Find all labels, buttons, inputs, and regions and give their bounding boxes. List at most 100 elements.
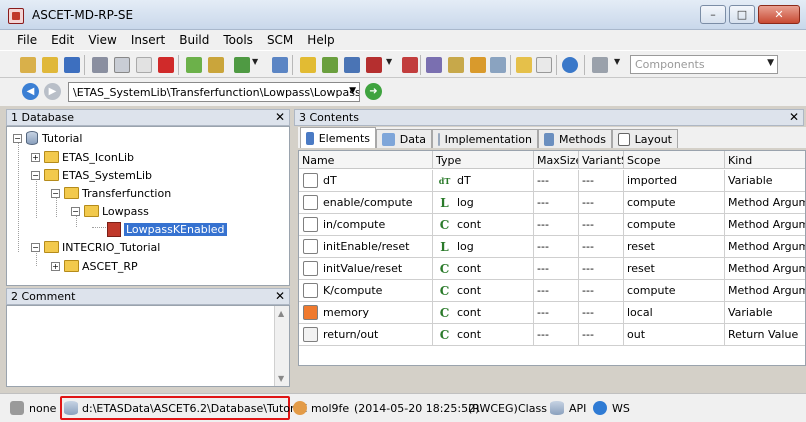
chevron-down-icon-3[interactable]: ▼ [614,57,622,73]
menu-edit[interactable]: Edit [44,33,81,47]
checklist-icon[interactable] [536,57,552,73]
comment-scrollbar[interactable]: ▲ ▼ [274,306,289,386]
import-icon[interactable] [208,57,224,73]
tree-item-label: LowpassKEnabled [124,222,227,236]
comment-panel-title: 2 Comment [11,290,76,303]
tab-elements[interactable]: Elements [300,127,376,148]
menu-scm[interactable]: SCM [260,33,300,47]
expand-icon[interactable]: + [31,152,40,162]
database-panel-close-icon[interactable]: ✕ [275,110,285,124]
package-icon[interactable] [470,57,486,73]
tree-item-etas-systemlib[interactable]: − ETAS_SystemLib [31,166,152,184]
tab-layout[interactable]: Layout [612,129,678,148]
cell-text: log [457,240,474,253]
menu-insert[interactable]: Insert [124,33,172,47]
menu-file[interactable]: File [10,33,44,47]
collapse-icon[interactable]: − [13,133,22,143]
table-row[interactable]: K/compute Ccont --- --- compute Method Argum [299,280,805,302]
paste-icon[interactable] [136,57,152,73]
new-class-icon[interactable] [322,57,338,73]
column-type[interactable]: Type [433,151,534,169]
contents-panel-close-icon[interactable]: ✕ [789,110,799,124]
table-row[interactable]: initValue/reset Ccont --- --- reset Method Ar… [299,258,805,280]
save-icon[interactable] [64,57,80,73]
column-maxsize[interactable]: MaxSize [534,151,579,169]
help-icon[interactable] [562,57,578,73]
library-icon[interactable] [448,57,464,73]
tab-implementation[interactable]: Implementation [432,129,538,148]
forward-button[interactable]: ▶ [44,83,61,100]
tab-methods[interactable]: Methods [538,129,612,148]
go-arrow-icon: ➜ [369,86,378,97]
table-row[interactable]: enable/compute Llog --- --- compute Method Ar… [299,192,805,214]
back-button[interactable]: ◀ [22,83,39,100]
open-folder-icon[interactable] [42,57,58,73]
chevron-down-icon-2[interactable]: ▼ [386,57,394,73]
cut-icon[interactable] [92,57,108,73]
cell-type: Llog [433,192,534,214]
cont-type-icon: C [439,218,450,232]
column-kind[interactable]: Kind [725,151,805,169]
tree-item-lowpasskenabled[interactable]: LowpassKEnabled [107,220,227,238]
minimize-button[interactable]: – [700,5,726,24]
delete-icon[interactable] [158,57,174,73]
menu-tools[interactable]: Tools [216,33,260,47]
browse-icon[interactable] [426,57,442,73]
column-variantsize[interactable]: VariantSi [579,151,624,169]
tree-item-intecrio-tutorial[interactable]: − INTECRIO_Tutorial [31,238,160,256]
cell-text: --- [582,196,594,209]
new-container-icon[interactable] [402,57,418,73]
tree-item-etas-iconlib[interactable]: + ETAS_IconLib [31,148,134,166]
globe-icon [593,401,607,415]
menu-help[interactable]: Help [300,33,341,47]
table-header: Name Type MaxSize VariantSi Scope Kind [299,151,805,169]
maximize-button[interactable]: □ [729,5,755,24]
database-icon[interactable] [20,57,36,73]
menu-build[interactable]: Build [172,33,216,47]
collapse-icon[interactable]: − [51,188,60,198]
link-icon[interactable] [592,57,608,73]
options-icon[interactable] [516,57,532,73]
scroll-up-icon[interactable]: ▲ [278,309,284,318]
menu-view[interactable]: View [81,33,123,47]
new-project-icon[interactable] [366,57,382,73]
expand-icon[interactable]: + [51,261,60,271]
tree-item-transferfunction[interactable]: − Transferfunction [51,184,171,202]
minimize-icon: – [710,8,716,21]
table-row[interactable]: dT dT dT --- --- imported Variable [299,170,805,192]
collapse-icon[interactable]: − [31,242,40,252]
chevron-down-icon[interactable]: ▼ [252,57,260,73]
close-button[interactable]: ✕ [758,5,800,24]
print-icon[interactable] [490,57,506,73]
new-module-icon[interactable] [344,57,360,73]
cell-text: cont [457,328,482,341]
cell-name: in/compute [299,214,433,236]
class-label: Class [518,402,547,415]
column-scope[interactable]: Scope [624,151,725,169]
collapse-icon[interactable]: − [31,170,40,180]
new-folder-icon[interactable] [300,57,316,73]
cell-text: --- [582,306,594,319]
table-row[interactable]: memory Ccont --- --- local Variable [299,302,805,324]
table-row[interactable]: in/compute Ccont --- --- compute Method Argum [299,214,805,236]
tree-item-label: ASCET_RP [82,259,138,273]
path-combo[interactable]: \ETAS_SystemLib\Transferfunction\Lowpass… [68,82,360,102]
tree-item-lowpass[interactable]: − Lowpass [71,202,149,220]
comment-panel-close-icon[interactable]: ✕ [275,289,285,303]
tree-item-tutorial[interactable]: − Tutorial [13,129,82,147]
components-combo[interactable]: Components ▼ [630,55,778,74]
cell-text: --- [582,328,594,341]
edit-icon[interactable] [272,57,288,73]
table-row[interactable]: initEnable/reset Llog --- --- reset Method Ar… [299,236,805,258]
go-button[interactable]: ➜ [365,83,382,100]
scroll-down-icon[interactable]: ▼ [278,374,284,383]
column-name[interactable]: Name [299,151,433,169]
comment-textarea[interactable]: ▲ ▼ [6,305,290,387]
export-icon[interactable] [234,57,250,73]
tab-data[interactable]: Data [376,129,432,148]
collapse-icon[interactable]: − [71,206,80,216]
tree-item-ascet-rp[interactable]: + ASCET_RP [51,257,138,275]
copy-icon[interactable] [114,57,130,73]
add-component-icon[interactable] [186,57,202,73]
table-row[interactable]: return/out Ccont --- --- out Return Value [299,324,805,346]
